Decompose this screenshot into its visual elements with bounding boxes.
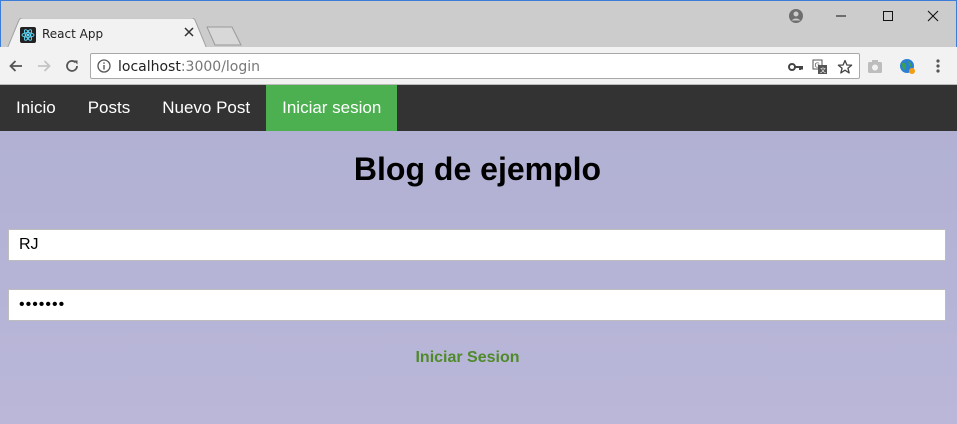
star-icon[interactable] xyxy=(836,58,854,76)
tab-close-icon[interactable] xyxy=(182,25,196,39)
globe-extension-icon[interactable] xyxy=(898,57,916,75)
site-navbar: Inicio Posts Nuevo Post Iniciar sesion xyxy=(0,85,957,131)
kebab-menu-icon[interactable] xyxy=(929,57,947,75)
url-path: :3000/login xyxy=(180,59,261,75)
login-button[interactable]: Iniciar Sesion xyxy=(0,349,935,367)
page-title: Blog de ejemplo xyxy=(353,151,602,187)
nav-link-inicio[interactable]: Inicio xyxy=(0,85,72,131)
reload-icon[interactable] xyxy=(61,55,83,77)
tab-shape xyxy=(7,18,207,49)
browser-titlebar: React App xyxy=(0,0,957,49)
key-icon[interactable] xyxy=(787,58,805,76)
account-icon[interactable] xyxy=(785,1,807,31)
translate-icon[interactable]: G文 xyxy=(811,58,829,76)
nav-link-posts[interactable]: Posts xyxy=(72,85,147,131)
nav-link-nuevo-post[interactable]: Nuevo Post xyxy=(146,85,266,131)
camera-extension-icon[interactable] xyxy=(866,57,884,75)
tab-title: React App xyxy=(42,27,104,41)
browser-tab[interactable]: React App xyxy=(7,18,207,49)
info-icon[interactable] xyxy=(97,59,111,73)
minimize-icon[interactable] xyxy=(826,1,856,31)
url-text: localhost:3000/login xyxy=(118,59,260,75)
arrow-right-icon[interactable] xyxy=(33,55,55,77)
react-logo-icon xyxy=(20,27,36,43)
svg-text:文: 文 xyxy=(820,67,826,75)
address-bar[interactable]: localhost:3000/login G文 xyxy=(90,53,860,79)
url-host: localhost xyxy=(118,59,181,75)
page-body: Inicio Posts Nuevo Post Iniciar sesion B… xyxy=(0,85,957,424)
arrow-left-icon[interactable] xyxy=(5,55,27,77)
password-input[interactable] xyxy=(8,289,946,321)
browser-toolbar: localhost:3000/login G文 xyxy=(0,47,957,85)
nav-link-iniciar-sesion[interactable]: Iniciar sesion xyxy=(266,85,398,131)
username-input[interactable] xyxy=(8,229,946,261)
window-close-icon[interactable] xyxy=(918,1,948,31)
maximize-icon[interactable] xyxy=(873,1,903,31)
